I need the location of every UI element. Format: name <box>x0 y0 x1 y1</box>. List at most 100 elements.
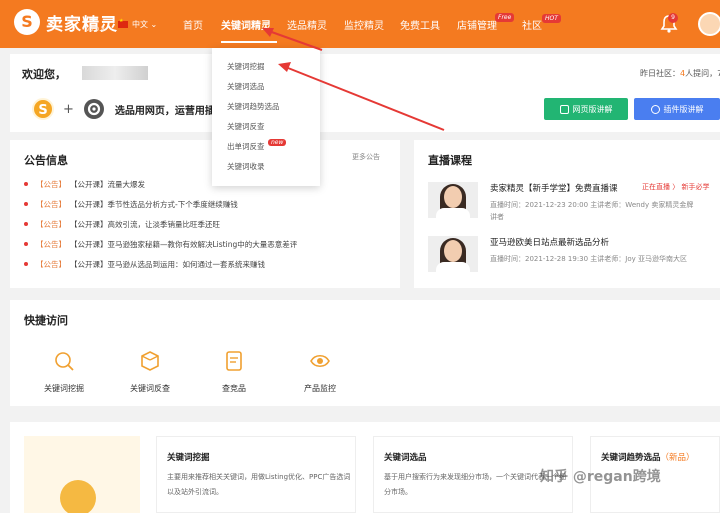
quick-label: 产品监控 <box>304 384 336 393</box>
announcement-item[interactable]: 【公告】 【公开课】季节性选品分析方式-下个季度继续赚钱 <box>24 194 297 214</box>
live-status[interactable]: 正在直播 〉 新手必学 <box>642 182 709 192</box>
live-courses-title: 直播课程 <box>428 154 472 167</box>
lecturer-photo <box>428 182 478 218</box>
brand-name: 卖家精灵 <box>46 14 118 35</box>
nav-community[interactable]: 社区 <box>522 17 542 32</box>
feature-title: 关键词选品 <box>384 453 427 463</box>
plugin-tutorial-button[interactable]: 插件版讲解 <box>634 98 720 120</box>
nav-product-wizard[interactable]: 选品精灵 <box>287 17 327 32</box>
nav-keyword-wizard[interactable]: 关键词精灵 <box>221 17 271 32</box>
feature-title: 关键词趋势选品（新品） <box>601 451 695 463</box>
more-announcements-link[interactable]: 更多公告 <box>352 152 380 162</box>
feature-title-text: 关键词趋势选品 <box>601 453 661 463</box>
logo-mark-icon: S <box>14 9 40 35</box>
watermark: 知乎 @regan跨境 <box>540 469 661 485</box>
announcement-text: 【公开课】亚马逊独家秘籍—教你有效解决Listing中的大量恶意差评 <box>70 239 298 249</box>
feature-title: 关键词挖掘 <box>167 453 210 463</box>
monitor-icon <box>559 104 569 114</box>
feature-keyword-mining[interactable]: 关键词挖掘 主要用来推荐相关关键词，用做Listing优化、PPC广告选词以及站… <box>156 436 356 513</box>
user-avatar[interactable] <box>698 12 720 36</box>
announcements-title: 公告信息 <box>24 154 68 167</box>
plus-icon: + <box>63 101 74 117</box>
announcements-card: 公告信息 更多公告 【公告】 【公开课】流量大爆发 【公告】 【公开课】季节性选品分… <box>10 140 400 288</box>
keyword-wizard-dropdown: 关键词挖掘 关键词选品 关键词趋势选品 关键词反查 出单词反查 new 关键词收… <box>212 48 320 186</box>
language-selector[interactable]: 中文 ⌄ <box>118 18 158 30</box>
new-badge: new <box>268 139 287 146</box>
announcement-tag: 【公告】 <box>36 259 66 269</box>
announcement-tag: 【公告】 <box>36 219 66 229</box>
quick-label: 查竞品 <box>222 384 246 393</box>
free-badge: Free <box>495 13 515 22</box>
reverse-lookup-icon <box>141 351 159 371</box>
live-course-meta: 直播时间：2021-12-23 20:00 主讲老师：Wendy 卖家精灵金牌 <box>490 201 694 209</box>
quick-competitor-check[interactable]: 查竞品 <box>194 350 274 394</box>
bullet-icon <box>24 222 28 226</box>
bullet-icon <box>24 262 28 266</box>
nav-home[interactable]: 首页 <box>183 17 203 32</box>
bullet-icon <box>24 242 28 246</box>
seller-sprite-icon: S <box>32 98 54 120</box>
announcement-list: 【公告】 【公开课】流量大爆发 【公告】 【公开课】季节性选品分析方式-下个季度继续… <box>24 174 297 274</box>
language-label: 中文 ⌄ <box>132 20 158 29</box>
announcement-tag: 【公告】 <box>36 239 66 249</box>
hot-badge: HOT <box>542 14 561 23</box>
nav-monitor-wizard[interactable]: 监控精灵 <box>344 17 384 32</box>
quick-keyword-mining[interactable]: 关键词挖掘 <box>24 350 104 394</box>
quick-access-card: 快捷访问 关键词挖掘 关键词反查 查竞品 产品监控 <box>10 300 720 406</box>
announcement-item[interactable]: 【公告】 【公开课】高效引流，让淡季销量比旺季还旺 <box>24 214 297 234</box>
play-icon <box>650 104 660 114</box>
dropdown-keyword-mining[interactable]: 关键词挖掘 <box>227 61 265 72</box>
welcome-greeting: 欢迎您， <box>22 68 66 81</box>
stats-prefix: 昨日社区： <box>640 69 680 78</box>
live-courses-card: 直播课程 卖家精灵【新手学堂】免费直播课 正在直播 〉 新手必学 直播时间：20… <box>414 140 720 288</box>
version-label: v3.0.8 <box>86 26 105 33</box>
live-course-item[interactable]: 亚马逊欧美日站点最新选品分析 直播时间：2021-12-28 19:30 主讲老… <box>428 236 718 276</box>
quick-access-title: 快捷访问 <box>24 314 68 327</box>
stats-unit: 人提问， <box>685 69 718 78</box>
promo-row: S + 选品用网页，运营用插 <box>32 98 215 120</box>
top-nav: S 卖家精灵 v3.0.8 中文 ⌄ 首页 关键词精灵 选品精灵 监控精灵 免费… <box>0 0 720 48</box>
feature-new-tag: （新品） <box>660 453 695 463</box>
dropdown-order-reverse[interactable]: 出单词反查 <box>227 141 265 152</box>
nav-store-manage[interactable]: 店铺管理 <box>457 17 497 32</box>
nav-free-tools[interactable]: 免费工具 <box>400 17 440 32</box>
web-tutorial-button[interactable]: 网页版讲解 <box>544 98 628 120</box>
china-flag-icon <box>118 18 128 28</box>
lecturer-photo <box>428 236 478 272</box>
announcement-text: 【公开课】亚马逊从选品到运用：如何通过一套系统来赚钱 <box>70 259 265 269</box>
dropdown-keyword-reverse[interactable]: 关键词反查 <box>227 121 265 132</box>
document-icon <box>226 351 242 371</box>
announcement-item[interactable]: 【公告】 【公开课】亚马逊独家秘籍—教你有效解决Listing中的大量恶意差评 <box>24 234 297 254</box>
quick-label: 关键词反查 <box>130 384 170 393</box>
live-course-item[interactable]: 卖家精灵【新手学堂】免费直播课 正在直播 〉 新手必学 直播时间：2021-12… <box>428 182 718 222</box>
plugin-tutorial-label: 插件版讲解 <box>663 104 704 114</box>
keyword-mining-icon <box>55 352 74 371</box>
quick-label: 关键词挖掘 <box>44 384 84 393</box>
bullet-icon <box>24 182 28 186</box>
feature-desc: 主要用来推荐相关关键词，用做Listing优化、PPC广告选词以及站外引流词。 <box>167 473 351 496</box>
announcement-text: 【公开课】季节性选品分析方式-下个季度继续赚钱 <box>70 199 238 209</box>
blurred-username <box>82 66 148 80</box>
announcement-text: 【公开课】流量大爆发 <box>70 179 145 189</box>
web-tutorial-label: 网页版讲解 <box>572 104 613 114</box>
announcement-tag: 【公告】 <box>36 179 66 189</box>
dropdown-keyword-trend[interactable]: 关键词趋势选品 <box>227 101 280 112</box>
promo-text: 选品用网页，运营用插 <box>114 105 215 117</box>
live-course-meta: 直播时间：2021-12-28 19:30 主讲老师：Joy 亚马逊华南大区 <box>490 255 688 263</box>
nav-active-indicator <box>221 41 277 43</box>
gear-icon <box>83 99 104 119</box>
announcement-item[interactable]: 【公告】 【公开课】亚马逊从选品到运用：如何通过一套系统来赚钱 <box>24 254 297 274</box>
dropdown-keyword-selection[interactable]: 关键词选品 <box>227 81 265 92</box>
announcement-tag: 【公告】 <box>36 199 66 209</box>
monitor-eye-icon <box>310 354 330 368</box>
welcome-card: 欢迎您， 昨日社区：4人提问，7名 S + 选品用网页，运营用插 网页版讲解 插… <box>10 54 720 132</box>
dropdown-keyword-index[interactable]: 关键词收录 <box>227 161 265 172</box>
notification-count: 9 <box>668 13 678 23</box>
quick-keyword-reverse[interactable]: 关键词反查 <box>110 350 190 394</box>
live-course-meta-wrap: 讲者 <box>490 213 504 221</box>
community-stats: 昨日社区：4人提问，7名 <box>640 68 720 79</box>
live-course-title: 亚马逊欧美日站点最新选品分析 <box>490 238 610 248</box>
quick-product-monitor[interactable]: 产品监控 <box>280 350 360 394</box>
live-course-title: 卖家精灵【新手学堂】免费直播课 <box>490 184 618 194</box>
bullet-icon <box>24 202 28 206</box>
